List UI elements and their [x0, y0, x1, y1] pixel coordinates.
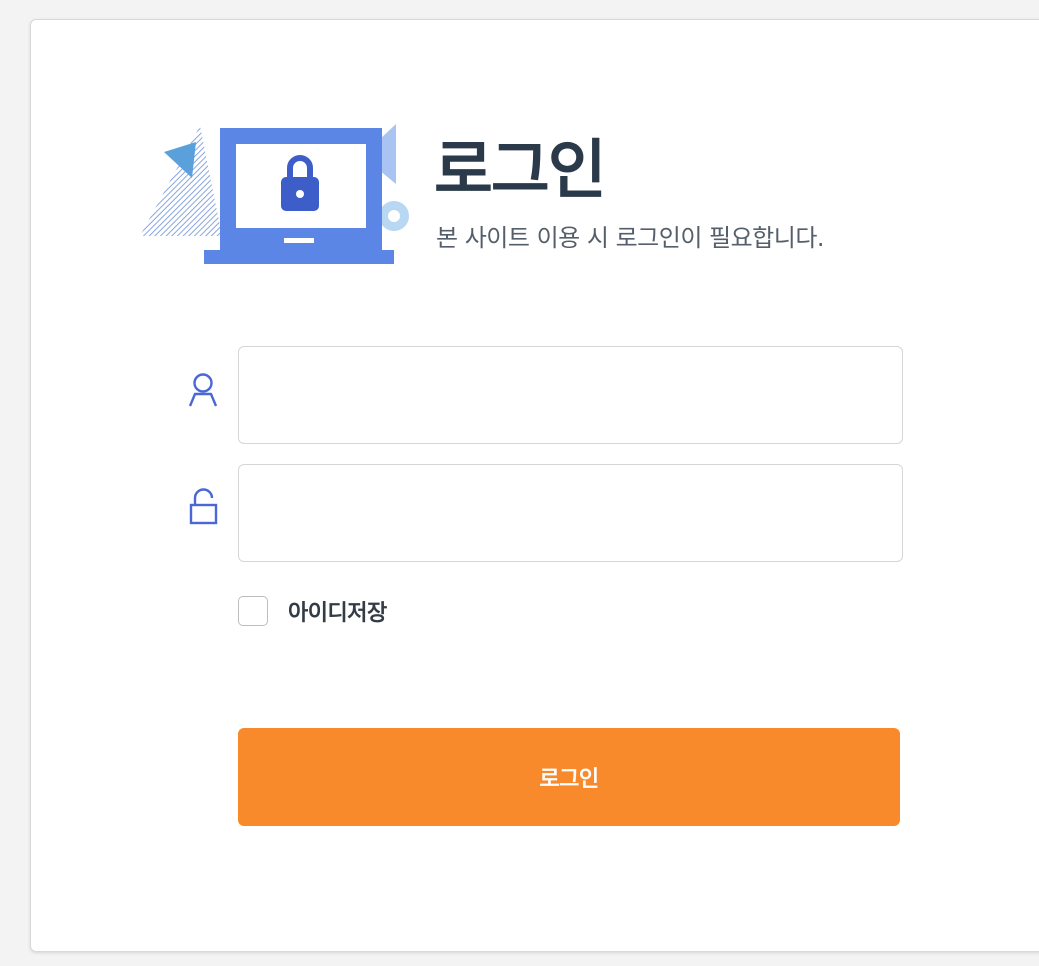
password-input[interactable] — [238, 464, 903, 562]
login-button[interactable]: 로그인 — [238, 728, 900, 826]
laptop-lock-illustration — [140, 124, 409, 264]
checkbox-box[interactable] — [238, 596, 268, 626]
page-subtitle: 본 사이트 이용 시 로그인이 필요합니다. — [436, 224, 825, 252]
user-icon — [188, 373, 218, 407]
username-input[interactable] — [238, 346, 903, 444]
page-title: 로그인 — [434, 134, 607, 208]
remember-id-checkbox[interactable]: 아이디저장 — [238, 594, 387, 628]
unlock-icon — [189, 488, 218, 525]
remember-id-label: 아이디저장 — [288, 601, 387, 626]
